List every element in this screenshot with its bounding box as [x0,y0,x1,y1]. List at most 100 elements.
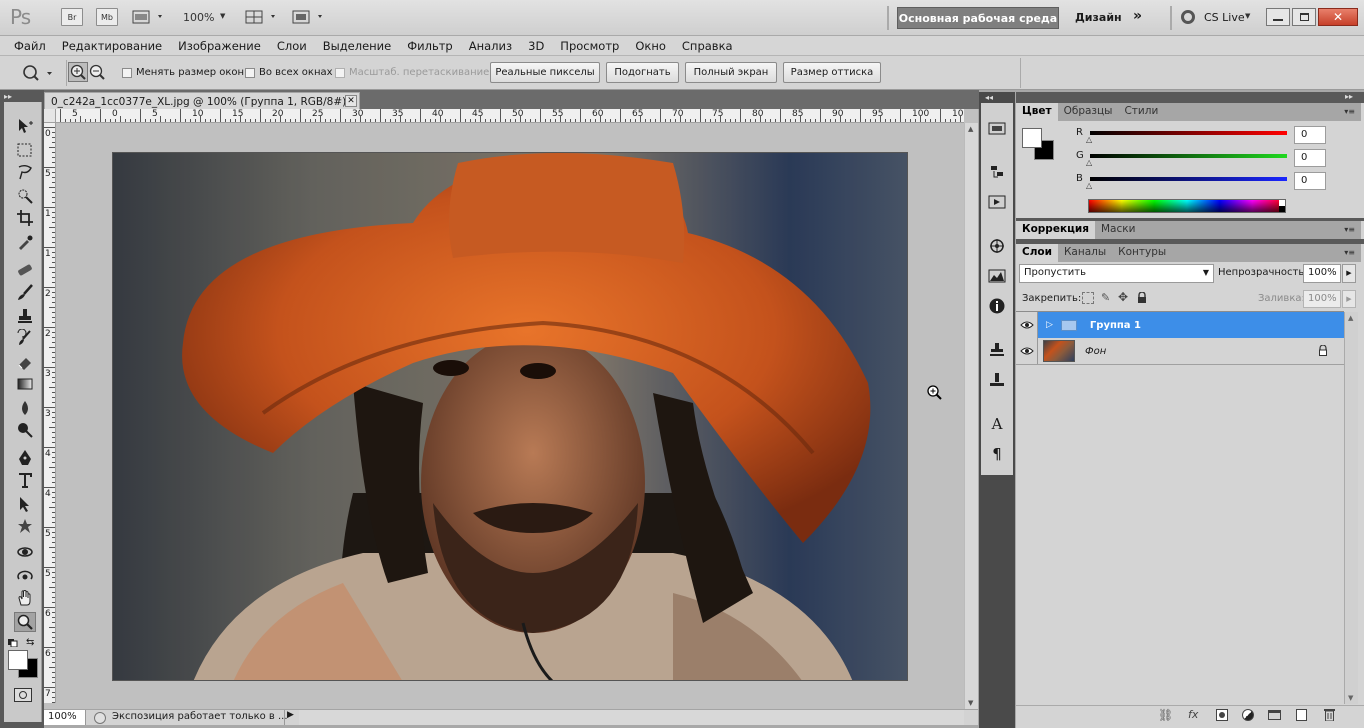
tab-adjustments[interactable]: Коррекция [1016,221,1095,239]
history-panel-icon[interactable] [985,161,1009,183]
restore-button[interactable] [1292,8,1316,26]
menu-layer[interactable]: Слои [270,39,316,53]
actual-pixels-button[interactable]: Реальные пикселы [490,62,600,83]
tab-layers[interactable]: Слои [1016,244,1058,262]
bridge-button[interactable]: Br [61,8,83,26]
arrange-documents-button[interactable] [245,9,279,25]
collapse-dock-icon[interactable]: ◂◂ [985,93,993,102]
tool-presets-panel-icon[interactable] [985,369,1009,391]
3d-orbit-tool[interactable] [14,566,36,586]
menu-analysis[interactable]: Анализ [462,39,521,53]
all-windows-checkbox[interactable]: Во всех окнах [245,67,333,78]
lock-all-icon[interactable] [1137,291,1147,303]
view-extras-button[interactable] [132,9,166,25]
document-tab[interactable]: 0_c242a_1cc0377e_XL.jpg @ 100% (Группа 1… [44,92,360,110]
pen-tool[interactable] [14,448,36,468]
menu-file[interactable]: Файл [7,39,55,53]
layer-name-group1[interactable]: Группа 1 [1090,320,1141,331]
lock-transparent-pixels-icon[interactable] [1082,292,1094,304]
vertical-scrollbar[interactable]: ▲ ▼ [964,123,978,709]
healing-brush-tool[interactable] [14,260,36,280]
quick-selection-tool[interactable] [14,186,36,206]
default-colors-icon[interactable] [8,637,18,648]
color-ramp[interactable] [1088,199,1286,213]
link-layers-icon[interactable]: ⛓ [1158,708,1173,722]
color-foreground-swatch[interactable] [1022,128,1042,148]
swap-colors-icon[interactable]: ⇆ [26,637,34,648]
new-group-icon[interactable] [1268,710,1281,720]
red-slider[interactable] [1090,131,1287,135]
canvas-image[interactable] [112,152,908,681]
blue-value-field[interactable]: 0 [1294,172,1326,190]
print-size-button[interactable]: Размер оттиска [783,62,881,83]
clone-source-panel-icon[interactable] [985,339,1009,361]
screen-mode-button[interactable] [292,9,326,25]
fill-slider-arrow-icon[interactable]: ▶ [1342,290,1356,308]
menu-3d[interactable]: 3D [521,39,553,53]
tab-swatches[interactable]: Образцы [1058,103,1119,121]
layer-name-background[interactable]: Фон [1085,346,1106,357]
status-zoom-field[interactable]: 100% [44,710,86,725]
menu-image[interactable]: Изображение [171,39,270,53]
close-button[interactable]: ✕ [1318,8,1358,26]
blue-slider-thumb[interactable]: △ [1086,181,1092,190]
close-document-icon[interactable]: ✕ [345,95,357,107]
mini-bridge-panel-icon[interactable] [985,117,1009,139]
panel-menu-icon[interactable]: ▾≡ [1344,225,1355,234]
layers-scrollbar[interactable]: ▲ ▼ [1344,312,1358,704]
delete-layer-icon[interactable] [1324,708,1335,722]
path-selection-tool[interactable] [14,494,36,514]
lock-position-icon[interactable]: ✥ [1118,290,1128,304]
type-tool[interactable] [14,470,36,490]
info-panel-icon[interactable] [985,295,1009,317]
panel-menu-icon[interactable]: ▾≡ [1344,107,1355,116]
menu-edit[interactable]: Редактирование [55,39,171,53]
clone-stamp-tool[interactable] [14,306,36,326]
collapse-panels-icon[interactable]: ▸▸ [1345,92,1353,101]
red-value-field[interactable]: 0 [1294,126,1326,144]
green-value-field[interactable]: 0 [1294,149,1326,167]
collapse-toolbox-icon[interactable]: ▸▸ [4,92,12,101]
panel-menu-icon[interactable]: ▾≡ [1344,248,1355,257]
tool-preset-picker[interactable] [20,63,56,83]
tab-masks[interactable]: Маски [1095,221,1141,239]
scroll-up-icon[interactable]: ▲ [1348,314,1353,322]
blur-tool[interactable] [14,398,36,418]
blend-mode-select[interactable]: Пропустить ▼ [1019,264,1214,283]
navigator-panel-icon[interactable] [985,235,1009,257]
layer-row-background[interactable]: Фон [1016,338,1344,364]
character-panel-icon[interactable]: A [985,413,1009,435]
crop-tool[interactable] [14,208,36,228]
shape-tool[interactable] [14,516,36,536]
hand-tool[interactable] [14,588,36,608]
quick-mask-button[interactable] [14,688,32,702]
fill-screen-button[interactable]: Полный экран [685,62,777,83]
scroll-down-icon[interactable]: ▼ [968,699,973,707]
lasso-tool[interactable] [14,162,36,182]
horizontal-scrollbar[interactable] [299,710,964,725]
expand-group-chevron-icon[interactable]: ▷ [1046,320,1053,330]
tab-channels[interactable]: Каналы [1058,244,1112,262]
layer-row-group1[interactable]: ▷ Группа 1 [1016,312,1344,338]
opacity-slider-arrow-icon[interactable]: ▶ [1342,264,1356,283]
ruler-origin[interactable] [44,109,56,123]
histogram-panel-icon[interactable] [985,265,1009,287]
tab-color[interactable]: Цвет [1016,103,1058,121]
more-workspaces-icon[interactable]: » [1133,8,1142,24]
scroll-up-icon[interactable]: ▲ [968,125,973,133]
add-mask-icon[interactable] [1216,709,1228,721]
eraser-tool[interactable] [14,352,36,372]
move-tool[interactable] [14,116,36,136]
zoom-level-select[interactable]: 100% [183,11,214,24]
layer-visibility-eye-icon[interactable] [1016,312,1038,338]
fill-field[interactable]: 100% [1303,290,1341,308]
new-adjustment-layer-icon[interactable] [1242,709,1254,721]
zoom-in-button[interactable] [68,62,88,82]
minimize-button[interactable] [1266,8,1290,26]
menu-select[interactable]: Выделение [316,39,401,53]
menu-filter[interactable]: Фильтр [400,39,462,53]
fit-screen-button[interactable]: Подогнать [606,62,679,83]
status-menu-arrow-icon[interactable]: ▶ [284,710,296,725]
actions-panel-icon[interactable] [985,191,1009,213]
menu-window[interactable]: Окно [628,39,675,53]
